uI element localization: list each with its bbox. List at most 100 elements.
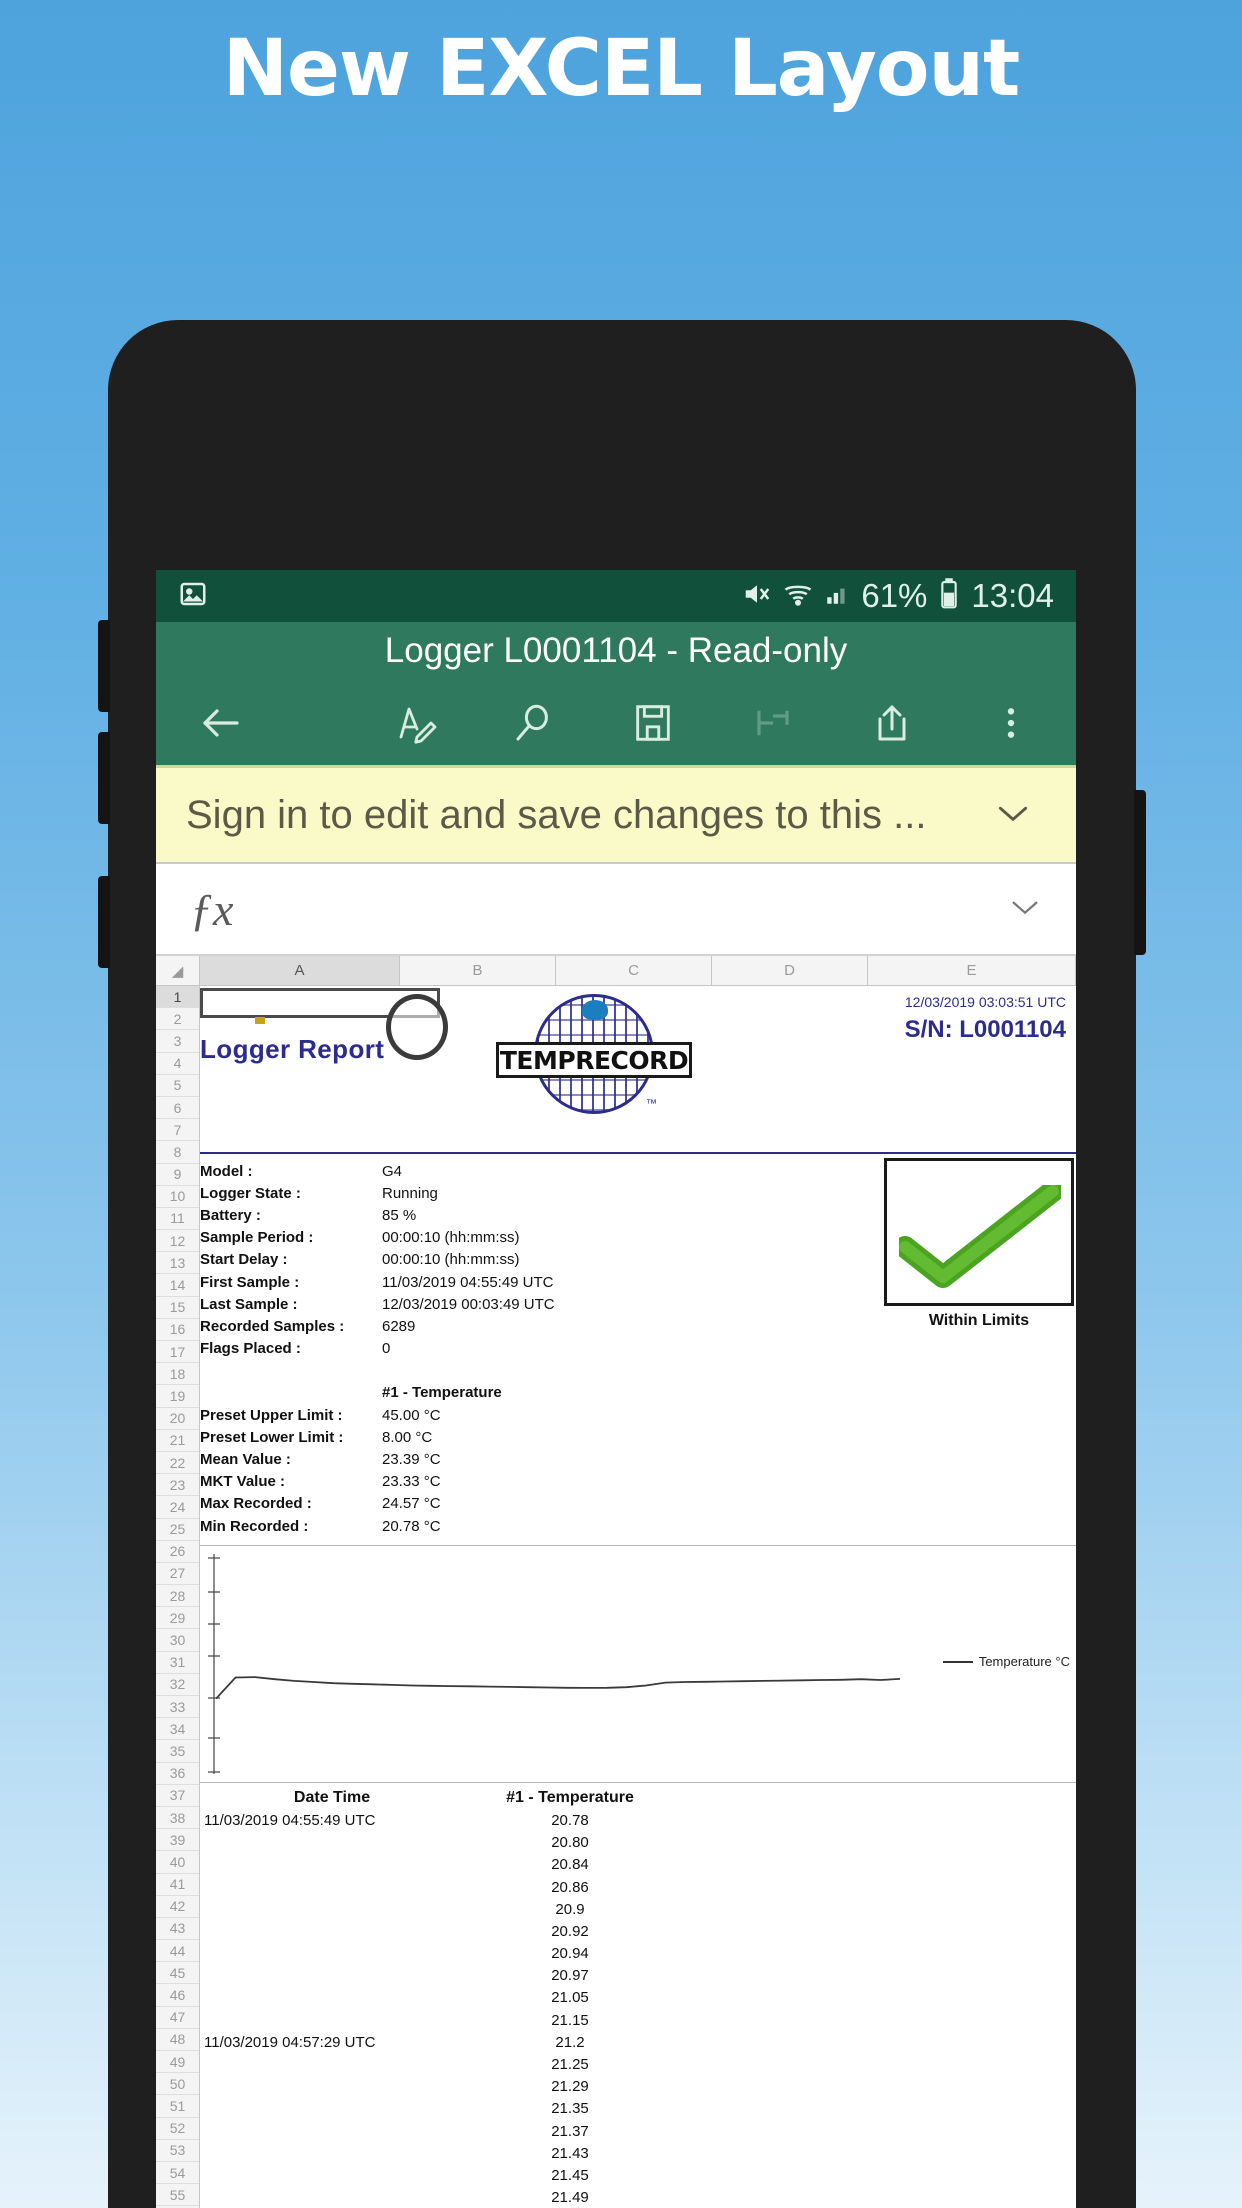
row-header-21[interactable]: 21 [156,1430,199,1452]
spreadsheet-area[interactable]: ◢ A B C D E 1 2 3 4 5 6 7 8 9 10 11 12 13 14 15 16 17 18 1… [156,956,1076,2208]
logo-wordmark: TEMPRECORD [496,1042,692,1078]
row-header-34[interactable]: 34 [156,1718,199,1741]
row-header-9[interactable]: 9 [156,1164,199,1186]
row-header-43[interactable]: 43 [156,1918,199,1941]
chart-plot [208,1554,901,1775]
row-header-33[interactable]: 33 [156,1696,199,1719]
search-icon[interactable] [497,686,571,760]
volume-up-button[interactable] [98,620,110,712]
sign-in-banner[interactable]: Sign in to edit and save changes to this… [156,768,1076,864]
row-header-23[interactable]: 23 [156,1474,199,1497]
row-header-37[interactable]: 37 [156,1785,199,1807]
row-header-54[interactable]: 54 [156,2162,199,2185]
save-floppy-icon[interactable] [616,686,690,760]
row-header-14[interactable]: 14 [156,1274,199,1297]
table-row: 11/03/2019 04:57:29 UTC 21.2 [200,2031,1076,2053]
stat-value: 24.57 °C [382,1495,441,1513]
row-header-11[interactable]: 11 [156,1208,199,1231]
row-header-4[interactable]: 4 [156,1053,199,1075]
info-label: Logger State : [200,1184,301,1202]
row-header-13[interactable]: 13 [156,1252,199,1275]
select-all-corner[interactable]: ◢ [156,956,200,985]
column-header-d[interactable]: D [712,956,868,985]
cell-temperature: 20.80 [551,1834,589,1852]
row-header-39[interactable]: 39 [156,1829,199,1852]
cell-temperature: 21.25 [551,2056,589,2074]
row-header-42[interactable]: 42 [156,1896,199,1918]
row-header-49[interactable]: 49 [156,2051,199,2074]
table-row: 21.05 [200,1987,1076,2009]
side-button[interactable] [98,876,110,968]
row-header-47[interactable]: 47 [156,2007,199,2029]
column-header-b[interactable]: B [400,956,556,985]
row-header-17[interactable]: 17 [156,1341,199,1364]
row-header-36[interactable]: 36 [156,1763,199,1785]
row-header-8[interactable]: 8 [156,1141,199,1164]
cell-temperature: 21.49 [551,2189,589,2207]
row-header-18[interactable]: 18 [156,1363,199,1386]
row-header-50[interactable]: 50 [156,2073,199,2096]
column-header-a[interactable]: A [200,956,400,985]
table-row: 20.9 [200,1898,1076,1920]
row-header-52[interactable]: 52 [156,2118,199,2140]
volume-down-button[interactable] [98,732,110,824]
row-header-2[interactable]: 2 [156,1008,199,1031]
column-header-e[interactable]: E [868,956,1076,985]
row-header-16[interactable]: 16 [156,1319,199,1341]
power-button[interactable] [1134,790,1146,955]
row-header-35[interactable]: 35 [156,1740,199,1763]
info-value: 12/03/2019 00:03:49 UTC [382,1295,555,1313]
row-header-40[interactable]: 40 [156,1851,199,1874]
cell-temperature: 21.15 [551,2011,589,2029]
overflow-menu-icon[interactable] [974,686,1048,760]
row-header-20[interactable]: 20 [156,1408,199,1430]
row-header-5[interactable]: 5 [156,1075,199,1097]
row-header-28[interactable]: 28 [156,1585,199,1608]
row-header-3[interactable]: 3 [156,1030,199,1053]
cell-datetime: 11/03/2019 04:57:29 UTC [204,2033,376,2051]
row-header-gutter[interactable]: 1 2 3 4 5 6 7 8 9 10 11 12 13 14 15 16 17 18 19 20 21 22 23 24 2… [156,986,200,2208]
cell-grid[interactable]: Logger Report TEMPRECORD ™ 12/03/2019 03… [200,986,1076,2208]
row-header-24[interactable]: 24 [156,1496,199,1519]
share-icon[interactable] [855,686,929,760]
report-title: Logger Report [200,1034,385,1064]
chevron-down-icon[interactable] [980,796,1046,835]
row-header-45[interactable]: 45 [156,1962,199,1985]
row-header-7[interactable]: 7 [156,1119,199,1142]
row-header-31[interactable]: 31 [156,1652,199,1674]
row-header-46[interactable]: 46 [156,1984,199,2007]
chevron-down-icon[interactable] [1008,892,1042,926]
row-header-19[interactable]: 19 [156,1385,199,1408]
info-value: 0 [382,1340,391,1358]
row-header-41[interactable]: 41 [156,1874,199,1896]
table-row: 21.43 [200,2142,1076,2164]
cell-temperature: 20.92 [551,1922,589,1940]
back-arrow-icon[interactable] [184,686,258,760]
temperature-chart[interactable]: Temperature °C [200,1545,1076,1784]
row-header-1[interactable]: 1 [156,986,199,1009]
edit-pencil-icon[interactable] [378,686,452,760]
row-header-44[interactable]: 44 [156,1940,199,1963]
row-header-15[interactable]: 15 [156,1297,199,1319]
row-header-27[interactable]: 27 [156,1563,199,1586]
row-header-38[interactable]: 38 [156,1807,199,1830]
row-header-10[interactable]: 10 [156,1186,199,1208]
formula-bar[interactable]: ƒx [156,864,1076,956]
row-header-55[interactable]: 55 [156,2184,199,2207]
fill-handle[interactable] [255,1017,265,1024]
row-header-30[interactable]: 30 [156,1629,199,1652]
row-header-48[interactable]: 48 [156,2029,199,2051]
row-header-6[interactable]: 6 [156,1097,199,1120]
stat-label: Preset Upper Limit : [200,1406,343,1424]
row-header-26[interactable]: 26 [156,1541,199,1563]
row-header-32[interactable]: 32 [156,1674,199,1696]
report-header-block: Logger Report TEMPRECORD ™ 12/03/2019 03… [200,986,1076,1154]
info-label: Battery : [200,1206,261,1224]
row-header-29[interactable]: 29 [156,1607,199,1630]
column-header-c[interactable]: C [556,956,712,985]
row-header-53[interactable]: 53 [156,2140,199,2162]
row-header-22[interactable]: 22 [156,1452,199,1475]
row-header-51[interactable]: 51 [156,2095,199,2118]
row-header-25[interactable]: 25 [156,1519,199,1541]
row-header-12[interactable]: 12 [156,1230,199,1253]
